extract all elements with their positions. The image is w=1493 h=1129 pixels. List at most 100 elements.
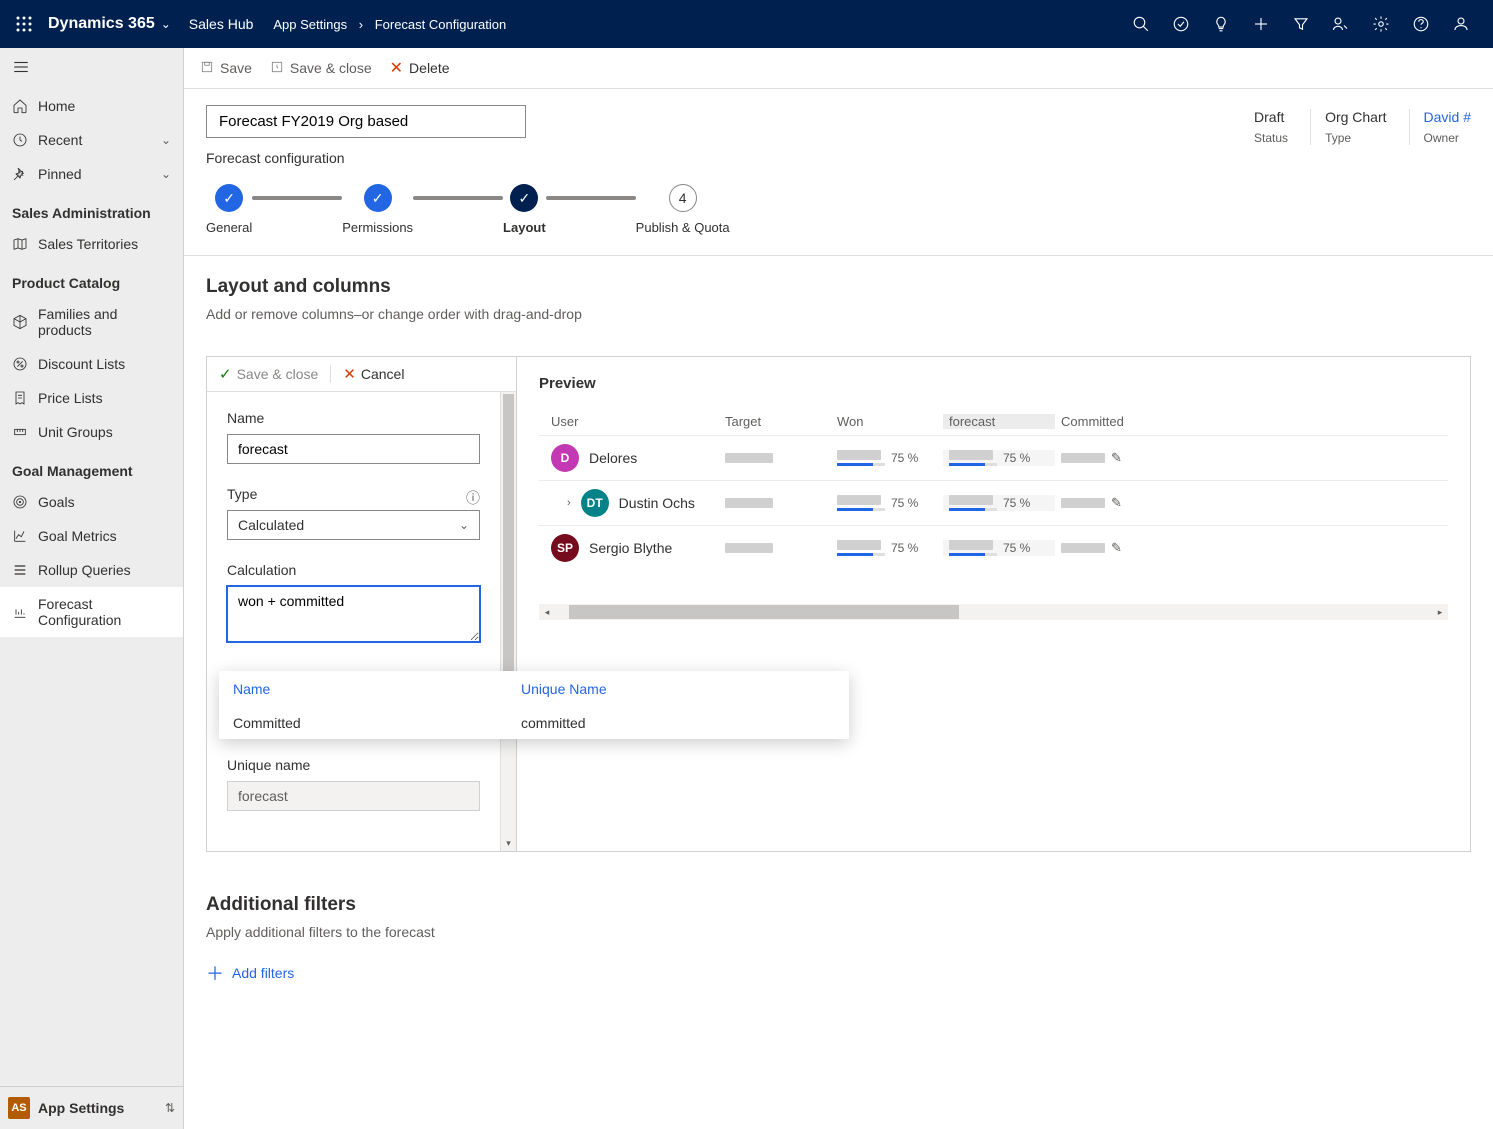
vertical-scrollbar[interactable]: ▾: [500, 392, 516, 851]
placeholder: [1061, 543, 1105, 553]
area-switcher[interactable]: AS App Settings ⇅: [0, 1086, 183, 1129]
won-pct: 75 %: [891, 541, 918, 555]
main-content: Save Save & close ✕ Delete Forecast conf…: [184, 48, 1493, 1129]
status-label: Status: [1254, 131, 1288, 145]
delete-button[interactable]: ✕ Delete: [390, 58, 450, 78]
add-filters-button[interactable]: ＋ Add filters: [206, 960, 1493, 986]
area-label: App Settings: [38, 1100, 124, 1116]
col-committed: Committed: [1055, 414, 1167, 429]
wizard-step-permissions[interactable]: ✓Permissions: [342, 184, 413, 235]
nav-rollup-queries[interactable]: Rollup Queries: [0, 553, 183, 587]
avatar: DT: [581, 489, 609, 517]
save-button[interactable]: Save: [200, 60, 252, 77]
col-user: User: [539, 414, 719, 429]
name-label: Name: [227, 410, 480, 426]
nav-goals[interactable]: Goals: [0, 485, 183, 519]
nav-label: Discount Lists: [38, 356, 125, 372]
hamburger-icon[interactable]: [12, 63, 30, 79]
placeholder: [725, 543, 773, 553]
assistant-icon[interactable]: [1321, 4, 1361, 44]
section-desc: Add or remove columns–or change order wi…: [206, 306, 1471, 322]
user-name: Dustin Ochs: [619, 495, 695, 511]
avatar: SP: [551, 534, 579, 562]
nav-recent[interactable]: Recent ⌄: [0, 123, 183, 157]
form-save-close-button[interactable]: ✓Save & close: [219, 365, 318, 383]
lightbulb-icon[interactable]: [1201, 4, 1241, 44]
name-input[interactable]: [227, 434, 480, 464]
account-icon[interactable]: [1441, 4, 1481, 44]
calculation-label: Calculation: [227, 562, 480, 578]
avatar: D: [551, 444, 579, 472]
help-icon[interactable]: [1401, 4, 1441, 44]
save-close-button[interactable]: Save & close: [270, 60, 372, 77]
nav-section-title: Goal Management: [0, 449, 183, 485]
task-icon[interactable]: [1161, 4, 1201, 44]
user-name: Sergio Blythe: [589, 540, 672, 556]
wizard-step-layout[interactable]: ✓Layout: [503, 184, 546, 235]
brand[interactable]: Dynamics 365: [48, 15, 155, 33]
nav-label: Forecast Configuration: [38, 596, 171, 628]
nav-home[interactable]: Home: [0, 89, 183, 123]
settings-icon[interactable]: [1361, 4, 1401, 44]
form-cancel-button[interactable]: ✕Cancel: [343, 365, 404, 383]
nav-goal-metrics[interactable]: Goal Metrics: [0, 519, 183, 553]
wizard-step-publish[interactable]: 4Publish & Quota: [636, 184, 730, 235]
type-select[interactable]: Calculated⌄: [227, 510, 480, 540]
preview-row: › DT Dustin Ochs 75 % 75 % ✎: [539, 480, 1448, 525]
nav-discount-lists[interactable]: Discount Lists: [0, 347, 183, 381]
horizontal-scrollbar[interactable]: ◂▸: [539, 604, 1448, 620]
suggest-head-name: Name: [219, 671, 507, 707]
filter-icon[interactable]: [1281, 4, 1321, 44]
nav-label: Families and products: [38, 306, 171, 338]
wizard-step-general[interactable]: ✓General: [206, 184, 252, 235]
unique-name-input: [227, 781, 480, 811]
info-icon[interactable]: ⓘ: [466, 488, 480, 508]
edit-icon[interactable]: ✎: [1111, 495, 1122, 511]
autocomplete-suggest: NameUnique Name Committedcommitted: [219, 671, 849, 739]
suggest-head-unique: Unique Name: [507, 671, 849, 707]
expand-icon[interactable]: ›: [567, 497, 571, 509]
breadcrumb-item[interactable]: Forecast Configuration: [375, 17, 507, 32]
suggest-row[interactable]: Committedcommitted: [219, 707, 849, 739]
edit-icon[interactable]: ✎: [1111, 450, 1122, 466]
updown-icon: ⇅: [165, 1101, 175, 1115]
receipt-icon: [12, 390, 28, 406]
search-icon[interactable]: [1121, 4, 1161, 44]
breadcrumb-item[interactable]: App Settings: [273, 17, 347, 32]
type-label: Type: [1325, 131, 1386, 145]
chevron-down-icon: ⌄: [459, 518, 469, 532]
save-close-label: Save & close: [290, 60, 372, 76]
placeholder: [725, 453, 773, 463]
forecast-pct: 75 %: [1003, 541, 1030, 555]
nav-families-products[interactable]: Families and products: [0, 297, 183, 347]
edit-icon[interactable]: ✎: [1111, 540, 1122, 556]
percent-icon: [12, 356, 28, 372]
type-value: Org Chart: [1325, 109, 1386, 125]
placeholder: [1061, 498, 1105, 508]
nav-sales-territories[interactable]: Sales Territories: [0, 227, 183, 261]
target-icon: [12, 494, 28, 510]
map-icon: [12, 236, 28, 252]
brand-chevron-icon[interactable]: ⌄: [161, 17, 171, 31]
nav-price-lists[interactable]: Price Lists: [0, 381, 183, 415]
owner-value[interactable]: David #: [1424, 109, 1471, 125]
command-bar: Save Save & close ✕ Delete: [184, 48, 1493, 89]
save-label: Save: [220, 60, 252, 76]
nav-forecast-config[interactable]: Forecast Configuration: [0, 587, 183, 637]
forecast-title-input[interactable]: [206, 105, 526, 138]
user-name: Delores: [589, 450, 637, 466]
app-name[interactable]: Sales Hub: [189, 16, 254, 32]
nav-unit-groups[interactable]: Unit Groups: [0, 415, 183, 449]
col-forecast: forecast: [943, 414, 1055, 429]
nav-section-title: Sales Administration: [0, 191, 183, 227]
wizard-steps: ✓General ✓Permissions ✓Layout 4Publish &…: [184, 166, 1493, 255]
area-badge: AS: [8, 1097, 30, 1119]
calculation-input[interactable]: [227, 586, 480, 642]
app-launcher-icon[interactable]: [12, 12, 36, 36]
nav-pinned[interactable]: Pinned ⌄: [0, 157, 183, 191]
nav-section-title: Product Catalog: [0, 261, 183, 297]
add-icon[interactable]: [1241, 4, 1281, 44]
filters-desc: Apply additional filters to the forecast: [206, 924, 1471, 940]
breadcrumb: App Settings › Forecast Configuration: [273, 17, 506, 32]
nav-label: Pinned: [38, 166, 82, 182]
